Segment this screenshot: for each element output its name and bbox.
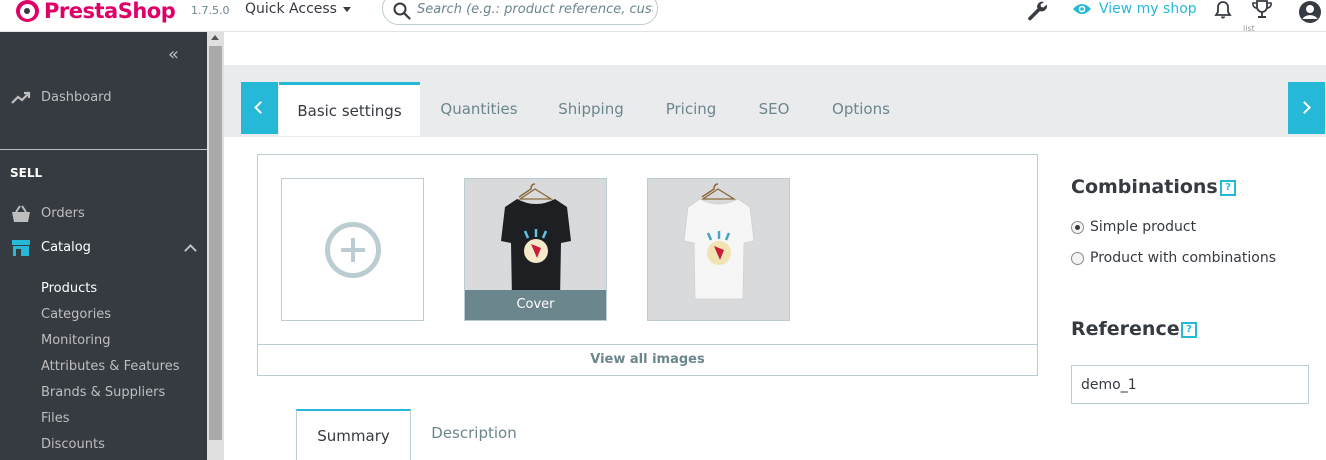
- sidebar-divider: [0, 149, 207, 150]
- combinations-help-icon[interactable]: ?: [1220, 180, 1236, 196]
- store-icon: [12, 240, 30, 256]
- sidebar-scrollbar[interactable]: [207, 32, 224, 460]
- tab-shipping[interactable]: Shipping: [548, 82, 634, 136]
- radio-product-with-combinations[interactable]: Product with combinations: [1071, 250, 1276, 266]
- add-image-dropzone[interactable]: [281, 178, 424, 321]
- chevron-right-icon: [1298, 101, 1311, 114]
- reference-input[interactable]: [1071, 365, 1309, 404]
- product-image-2[interactable]: [647, 178, 790, 321]
- tabs-scroll-right-button[interactable]: [1288, 82, 1325, 134]
- top-header: PrestaShop 1.7.5.0 Quick Access View my …: [0, 0, 1326, 33]
- sidebar-nav: « Dashboard SELL Orders Catalog Products…: [0, 32, 207, 460]
- tab-options[interactable]: Options: [820, 82, 902, 136]
- add-circle-icon: [325, 222, 381, 278]
- quick-access-dropdown[interactable]: Quick Access: [245, 1, 351, 17]
- product-image-cover[interactable]: Cover: [464, 178, 607, 321]
- cover-label: Cover: [465, 290, 606, 320]
- sidebar-item-orders[interactable]: Orders: [0, 204, 207, 224]
- user-avatar-icon[interactable]: [1298, 0, 1322, 24]
- collapse-sidebar-icon[interactable]: «: [168, 44, 179, 65]
- sidebar-item-catalog[interactable]: Catalog: [0, 238, 207, 258]
- tab-seo[interactable]: SEO: [748, 82, 800, 136]
- sidebar-subitem-attributes-features[interactable]: Attributes & Features: [41, 359, 179, 374]
- prestashop-logo[interactable]: PrestaShop: [16, 0, 176, 23]
- view-my-shop-link[interactable]: View my shop: [1072, 1, 1197, 17]
- sidebar-subitem-files[interactable]: Files: [41, 411, 70, 426]
- sidebar-subitem-monitoring[interactable]: Monitoring: [41, 333, 111, 348]
- white-tshirt-image: [683, 183, 755, 300]
- tab-basic-settings[interactable]: Basic settings: [279, 82, 420, 136]
- bell-icon[interactable]: [1213, 0, 1233, 20]
- product-images-panel: Cover View all images: [257, 154, 1038, 376]
- view-all-images-link[interactable]: View all images: [258, 344, 1037, 376]
- sidebar-subitem-categories[interactable]: Categories: [41, 307, 111, 322]
- view-my-shop-label: View my shop: [1099, 1, 1197, 17]
- radio-button-checked[interactable]: [1071, 220, 1084, 234]
- tab-quantities[interactable]: Quantities: [430, 82, 528, 136]
- search-box[interactable]: [382, 0, 658, 25]
- combinations-heading: Combinations: [1071, 176, 1218, 198]
- tab-description[interactable]: Description: [422, 407, 526, 458]
- reference-heading: Reference: [1071, 318, 1180, 340]
- tab-pricing[interactable]: Pricing: [656, 82, 726, 136]
- scroll-up-arrow-icon[interactable]: [211, 35, 219, 40]
- logo-text: PrestaShop: [44, 0, 176, 23]
- section-heading-sell: SELL: [10, 166, 43, 180]
- radio-label: Product with combinations: [1090, 250, 1276, 266]
- eye-icon: [1073, 4, 1091, 14]
- caret-down-icon: [342, 6, 351, 12]
- chevron-left-icon: [254, 101, 267, 114]
- trophy-icon[interactable]: [1251, 0, 1273, 22]
- tab-summary[interactable]: Summary: [296, 409, 411, 460]
- search-icon[interactable]: [393, 2, 411, 20]
- sidebar-item-dashboard[interactable]: Dashboard: [0, 88, 207, 108]
- search-input[interactable]: [417, 2, 653, 17]
- puffin-logo-icon: [16, 0, 39, 22]
- scrollbar-thumb[interactable]: [209, 46, 222, 440]
- sidebar-subitem-discounts[interactable]: Discounts: [41, 437, 105, 452]
- sidebar-subitem-brands-suppliers[interactable]: Brands & Suppliers: [41, 385, 165, 400]
- wrench-icon[interactable]: [1026, 0, 1048, 22]
- sidebar-item-label: Orders: [41, 206, 85, 221]
- shopping-basket-icon: [12, 205, 30, 222]
- radio-label: Simple product: [1090, 219, 1197, 235]
- trending-up-icon: [11, 91, 31, 104]
- radio-button[interactable]: [1071, 251, 1084, 265]
- radio-simple-product[interactable]: Simple product: [1071, 219, 1196, 235]
- reference-help-icon[interactable]: ?: [1181, 322, 1197, 338]
- tabs-scroll-left-button[interactable]: [241, 82, 278, 134]
- sidebar-item-label: Dashboard: [41, 90, 112, 105]
- version-label: 1.7.5.0: [191, 4, 230, 17]
- sidebar-item-label: Catalog: [41, 240, 91, 255]
- quick-access-label: Quick Access: [245, 1, 337, 17]
- chevron-up-icon: [184, 244, 197, 257]
- sidebar-subitem-products[interactable]: Products: [41, 281, 97, 296]
